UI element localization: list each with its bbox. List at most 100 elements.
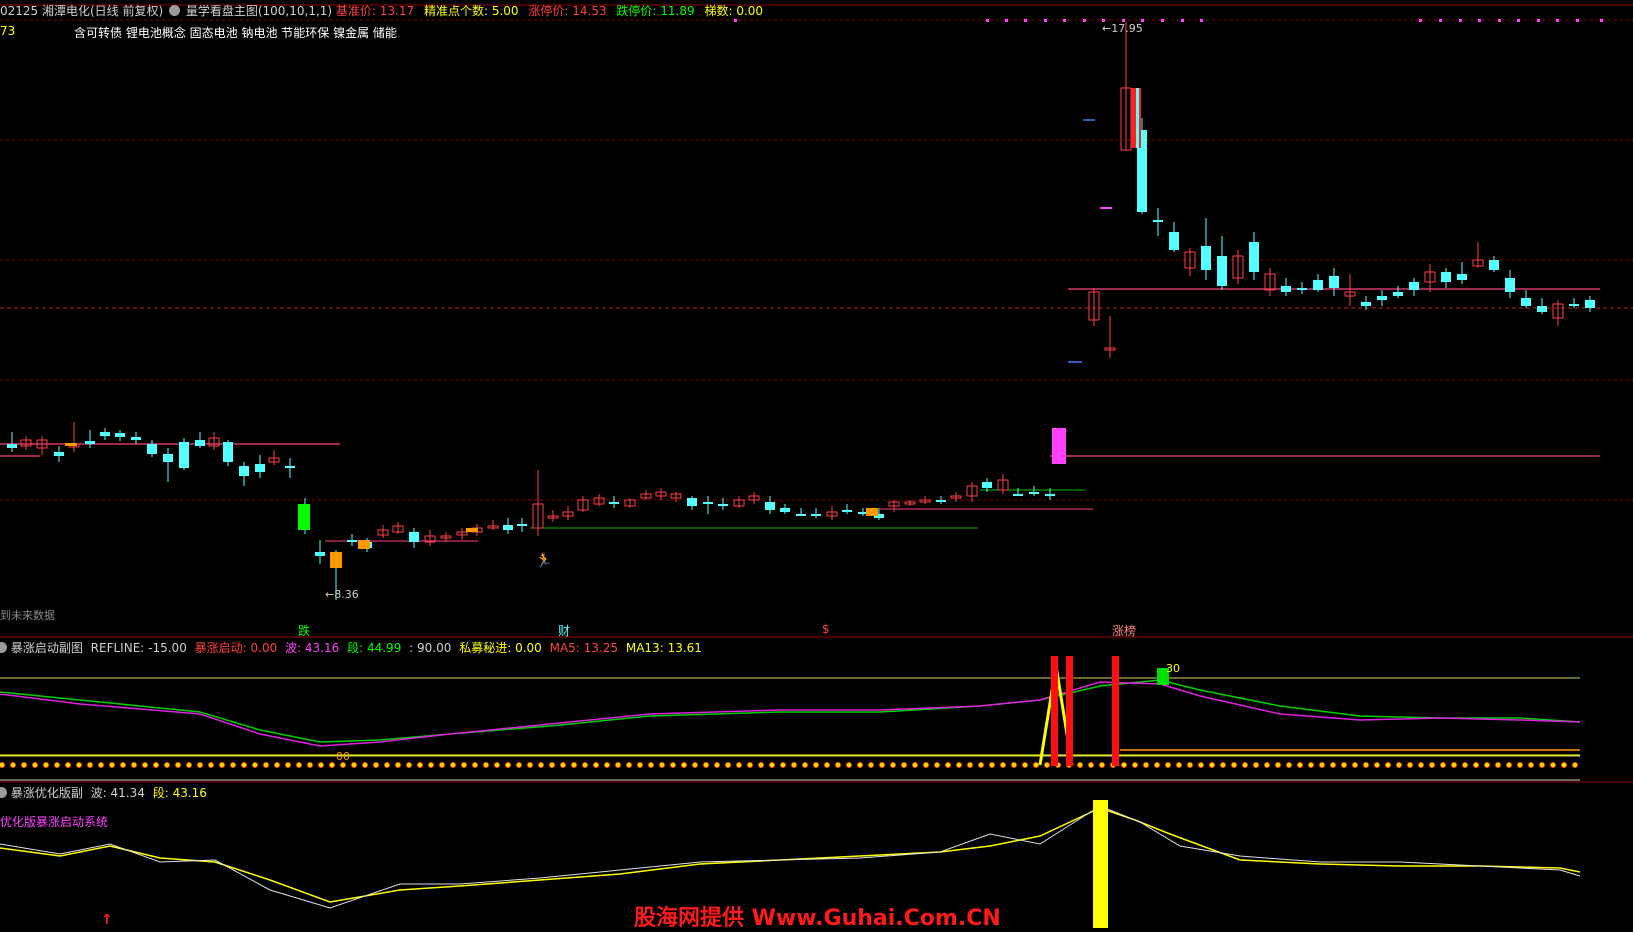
base-price-value: 13.17 xyxy=(379,4,415,18)
candle-body xyxy=(1457,274,1467,280)
baseline-dot xyxy=(350,762,357,769)
baseline-dot xyxy=(20,762,27,769)
candle-body xyxy=(765,502,775,510)
baseline-dot xyxy=(1198,762,1205,769)
segment-line xyxy=(0,807,1581,903)
top-dot xyxy=(986,19,989,22)
baseline-dot xyxy=(174,762,181,769)
baseline-dot xyxy=(449,762,456,769)
main-header: 02125 湘潭电化(日线 前复权) 量学看盘主图(100,10,1,1) 基准… xyxy=(0,4,763,18)
candle-body xyxy=(1201,246,1211,270)
baseline-dot xyxy=(262,762,269,769)
baseline-dot xyxy=(109,762,116,769)
marker-fall: 跌 xyxy=(298,624,311,638)
candle-body xyxy=(1136,88,1139,148)
baseline-dot xyxy=(582,762,589,769)
ind2-segment-value: 43.16 xyxy=(172,786,207,800)
baseline-dot xyxy=(273,762,280,769)
gear-icon[interactable] xyxy=(0,787,7,798)
indicator1-header: 暴涨启动副图 REFLINE: -15.00 暴涨启动: 0.00 波: 43.… xyxy=(0,641,702,655)
baseline-dot xyxy=(637,762,644,769)
baseline-dot xyxy=(923,762,930,769)
limit-down-value: 11.89 xyxy=(660,4,695,18)
candle-body xyxy=(1052,428,1066,464)
baseline-dot xyxy=(493,762,500,769)
candle-body xyxy=(255,464,265,472)
refline-label: REFLINE: xyxy=(90,641,149,655)
baseline-dot xyxy=(1506,762,1513,769)
ninety-value: 90.00 xyxy=(417,641,452,655)
baseline-dot xyxy=(141,762,148,769)
chart-canvas[interactable] xyxy=(0,0,1633,931)
high-price-label: ←17.95 xyxy=(1102,22,1143,35)
baseline-dot xyxy=(1572,762,1579,769)
candle-body xyxy=(115,433,125,437)
low-price-label: ←8.36 xyxy=(325,588,359,601)
up-arrow-icon: ↑ xyxy=(101,912,113,928)
wave-label: 波: xyxy=(285,641,305,655)
indicator-name[interactable]: 量学看盘主图(100,10,1,1) xyxy=(186,4,332,18)
baseline-dot xyxy=(1209,762,1216,769)
baseline-dot xyxy=(87,762,94,769)
baseline-dot xyxy=(196,762,203,769)
baseline-dot xyxy=(725,762,732,769)
baseline-dot xyxy=(1121,762,1128,769)
baseline-dot xyxy=(791,762,798,769)
baseline-dot xyxy=(1308,762,1315,769)
ninety-label: : xyxy=(409,641,418,655)
left-value: 73 xyxy=(0,24,16,38)
baseline-dot xyxy=(780,762,787,769)
candle-body xyxy=(1361,302,1371,306)
concepts-text: 含可转债 锂电池概念 固态电池 钠电池 节能环保 镍金属 储能 xyxy=(74,26,397,40)
baseline-dot xyxy=(802,762,809,769)
baseline-dot xyxy=(405,762,412,769)
signal-bar xyxy=(1112,656,1119,766)
candle-body xyxy=(1217,256,1227,286)
baseline-dot xyxy=(868,762,875,769)
system-name: 优化版暴涨启动系统 xyxy=(0,815,109,829)
top-dot xyxy=(1181,19,1184,22)
candle-body xyxy=(347,540,357,542)
marker-top-list: 涨榜 xyxy=(1112,624,1137,638)
candle-body xyxy=(54,452,64,456)
indicator1-name[interactable]: 暴涨启动副图 xyxy=(11,641,83,655)
top-dot xyxy=(1478,19,1481,22)
baseline-dot xyxy=(1176,762,1183,769)
baseline-dot xyxy=(240,762,247,769)
baseline-dot xyxy=(538,762,545,769)
baseline-dot xyxy=(1396,762,1403,769)
private-label: 私募秘进: xyxy=(459,641,516,655)
candle-body xyxy=(358,540,370,549)
top-dot xyxy=(734,19,737,22)
marker-00: 00 xyxy=(336,750,350,763)
candle-body xyxy=(1297,288,1307,290)
baseline-dot xyxy=(295,762,302,769)
candle-body xyxy=(842,510,852,512)
baseline-dot xyxy=(934,762,941,769)
baseline-dot xyxy=(747,762,754,769)
candle-body xyxy=(163,454,173,462)
signal-bar xyxy=(1051,656,1058,766)
baseline-dot xyxy=(1561,762,1568,769)
baseline-dot xyxy=(1341,762,1348,769)
gear-icon[interactable] xyxy=(0,642,7,653)
baseline-dot xyxy=(1000,762,1007,769)
indicator2-name[interactable]: 暴涨优化版副 xyxy=(11,786,83,800)
candle-body xyxy=(298,504,310,530)
wave-line xyxy=(0,805,1581,909)
baseline-dot xyxy=(1297,762,1304,769)
gear-icon[interactable] xyxy=(169,5,180,16)
baseline-dot xyxy=(1044,762,1051,769)
top-dot xyxy=(1600,19,1603,22)
baseline-dot xyxy=(1099,762,1106,769)
top-dot xyxy=(1024,19,1027,22)
stock-title[interactable]: 02125 湘潭电化(日线 前复权) xyxy=(0,4,163,18)
baseline-dot xyxy=(1154,762,1161,769)
candle-body xyxy=(1249,242,1259,272)
baseline-dot xyxy=(1517,762,1524,769)
candle-body xyxy=(1585,300,1595,308)
ma5-value: 13.25 xyxy=(583,641,619,655)
candle-body xyxy=(1153,220,1163,222)
baseline-dot xyxy=(1220,762,1227,769)
top-dot xyxy=(1439,19,1442,22)
